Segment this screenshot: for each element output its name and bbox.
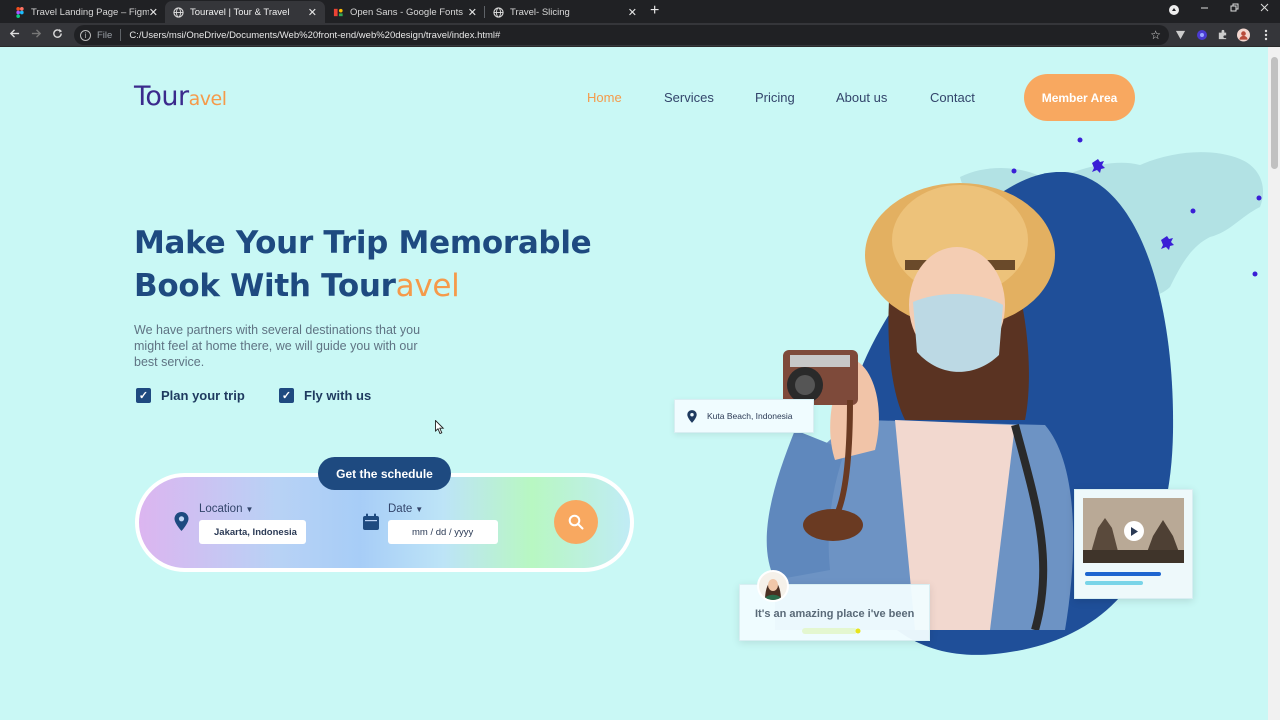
video-preview-card[interactable]: [1074, 489, 1193, 599]
hero-description: We have partners with several destinatio…: [134, 323, 421, 369]
reviewer-avatar: [757, 570, 789, 602]
date-label: Date: [388, 503, 413, 515]
vpn-extension-icon[interactable]: [1174, 28, 1187, 41]
member-area-button[interactable]: Member Area: [1024, 74, 1135, 121]
reload-icon[interactable]: [52, 26, 63, 43]
video-secondary-bar: [1085, 581, 1143, 585]
extension-icon[interactable]: [1195, 28, 1208, 41]
profile-avatar-icon[interactable]: [1237, 28, 1250, 41]
location-pin-icon: [687, 409, 697, 423]
temple-thumbnail: [1083, 498, 1184, 563]
info-icon[interactable]: i: [80, 29, 91, 41]
nav-services[interactable]: Services: [664, 90, 714, 105]
window-close-icon[interactable]: [1260, 3, 1269, 15]
page-viewport: Touravel Home Services Pricing About us …: [0, 47, 1268, 720]
calendar-icon: [363, 513, 379, 530]
review-dots-decoration: [802, 628, 861, 634]
check-fly-with-us[interactable]: ✓ Fly with us: [279, 388, 371, 403]
mouse-cursor-icon: [435, 420, 445, 435]
tab-touravel[interactable]: Touravel | Tour & Travel ✕: [165, 1, 325, 23]
tab-title: Travel Landing Page – Figma: [31, 6, 149, 18]
minimize-icon[interactable]: [1200, 3, 1209, 15]
back-arrow-icon[interactable]: [9, 26, 20, 43]
media-control-icon[interactable]: [1169, 5, 1179, 18]
headline-line-2: Book With Touravel: [134, 265, 591, 308]
play-icon[interactable]: [1124, 521, 1144, 541]
checkbox-checked-icon[interactable]: ✓: [136, 388, 151, 403]
new-tab-button[interactable]: +: [650, 2, 659, 20]
browser-tab-strip: Travel Landing Page – Figma ✕ Touravel |…: [0, 0, 1280, 23]
video-progress-bar: [1085, 572, 1161, 576]
review-quote: It's an amazing place i've been: [755, 608, 915, 620]
scheme-label: File: [97, 29, 113, 41]
chevron-down-icon: ▼: [245, 505, 254, 514]
location-input[interactable]: Jakarta, Indonesia: [199, 520, 306, 544]
location-tag-text: Kuta Beach, Indonesia: [707, 411, 793, 421]
headline-line-1: Make Your Trip Memorable: [134, 225, 592, 261]
close-icon[interactable]: ✕: [308, 6, 317, 19]
check-plan-trip[interactable]: ✓ Plan your trip: [136, 388, 245, 403]
get-schedule-button[interactable]: Get the schedule: [318, 457, 451, 490]
date-input[interactable]: mm / dd / yyyy: [388, 520, 498, 544]
address-divider: [120, 29, 122, 41]
site-logo[interactable]: Touravel: [134, 81, 227, 112]
tab-title: Travel- Slicing: [510, 6, 570, 18]
globe-icon: [173, 6, 184, 18]
tab-title: Open Sans - Google Fonts: [350, 6, 464, 18]
tab-title: Touravel | Tour & Travel: [190, 6, 290, 18]
check-label: Plan your trip: [161, 388, 245, 403]
location-label: Location: [199, 503, 243, 515]
close-icon[interactable]: ✕: [468, 6, 477, 19]
figma-icon: [14, 6, 25, 18]
bookmark-star-icon[interactable]: ☆: [1150, 28, 1161, 42]
search-icon: [568, 514, 584, 530]
url-text[interactable]: C:/Users/msi/OneDrive/Documents/Web%20fr…: [129, 30, 500, 41]
puzzle-extensions-icon[interactable]: [1216, 28, 1229, 41]
nav-home[interactable]: Home: [587, 90, 622, 105]
headline-line-2-accent: avel: [395, 268, 460, 304]
address-bar[interactable]: i File C:/Users/msi/OneDrive/Documents/W…: [74, 25, 1169, 45]
checkbox-checked-icon[interactable]: ✓: [279, 388, 294, 403]
check-label: Fly with us: [304, 388, 372, 403]
tab-travel-slicing[interactable]: Travel- Slicing ✕: [485, 1, 645, 23]
logo-main-text: Tour: [134, 81, 189, 112]
hero-headline: Make Your Trip Memorable Book With Toura…: [134, 222, 592, 308]
location-dropdown[interactable]: Location ▼: [199, 503, 253, 515]
logo-accent-text: avel: [188, 88, 227, 110]
nav-about-us[interactable]: About us: [836, 90, 887, 105]
tab-figma[interactable]: Travel Landing Page – Figma ✕: [6, 1, 166, 23]
tab-open-sans[interactable]: Open Sans - Google Fonts ✕: [325, 1, 485, 23]
nav-pricing[interactable]: Pricing: [755, 90, 795, 105]
kebab-menu-icon[interactable]: [1259, 28, 1272, 41]
google-fonts-icon: [333, 7, 344, 18]
scrollbar-thumb[interactable]: [1271, 57, 1278, 169]
forward-arrow-icon[interactable]: [31, 26, 42, 43]
chevron-down-icon: ▼: [415, 505, 424, 514]
restore-icon[interactable]: [1230, 3, 1239, 15]
nav-contact[interactable]: Contact: [930, 90, 975, 105]
location-pin-icon: [174, 512, 189, 531]
browser-toolbar: i File C:/Users/msi/OneDrive/Documents/W…: [0, 23, 1280, 47]
location-tag-card: Kuta Beach, Indonesia: [674, 399, 814, 433]
date-dropdown[interactable]: Date ▼: [388, 503, 423, 515]
globe-icon: [493, 6, 504, 18]
close-icon[interactable]: ✕: [149, 6, 158, 19]
close-icon[interactable]: ✕: [628, 6, 637, 19]
headline-line-2-main: Book With Tour: [134, 268, 396, 304]
page-scrollbar[interactable]: [1268, 47, 1280, 720]
search-button[interactable]: [554, 500, 598, 544]
